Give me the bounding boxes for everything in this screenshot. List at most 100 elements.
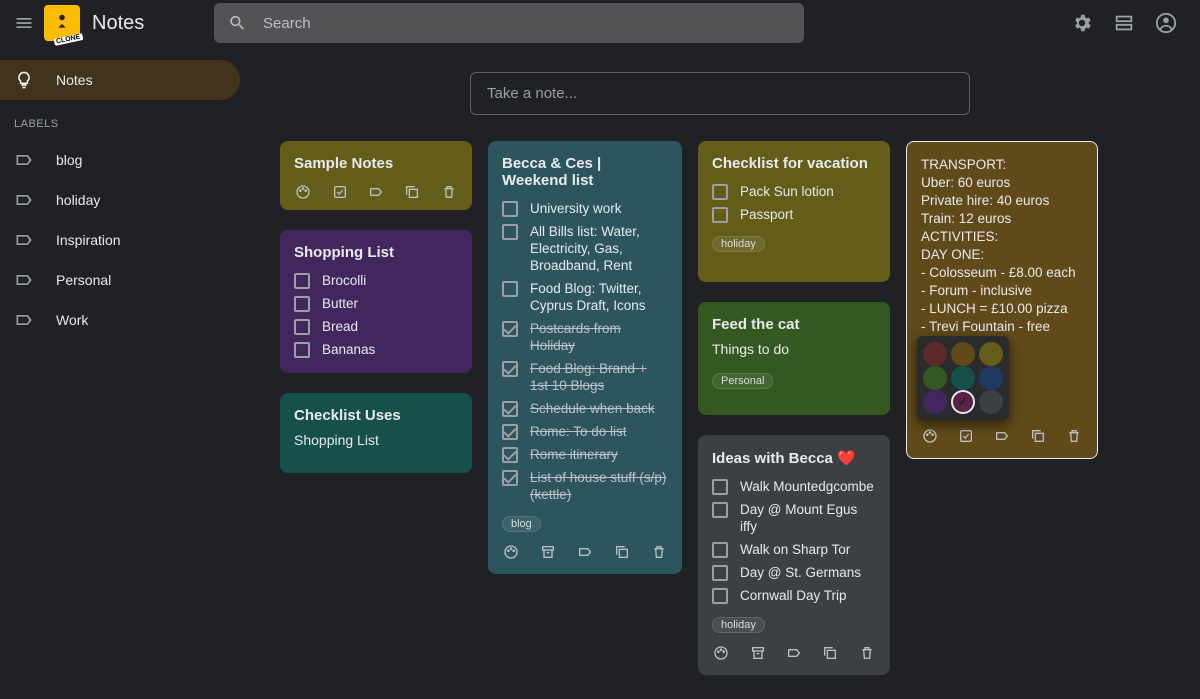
note-vacation[interactable]: Checklist for vacation Pack Sun lotionPa…	[698, 141, 890, 282]
label-icon	[577, 544, 593, 560]
checkbox[interactable]	[502, 447, 518, 463]
checkbox[interactable]	[712, 502, 728, 518]
label-button[interactable]	[367, 182, 385, 202]
archive-button[interactable]	[748, 643, 766, 663]
checkbox[interactable]	[294, 342, 310, 358]
note-shopping[interactable]: Shopping List BrocolliButterBreadBananas	[280, 230, 472, 373]
copy-button[interactable]	[612, 542, 631, 562]
checklist-item[interactable]: Butter	[294, 292, 458, 315]
checklist-item[interactable]: Bread	[294, 315, 458, 338]
search-input[interactable]	[263, 15, 790, 32]
checklist-item[interactable]: Day @ Mount Egus iffy	[712, 498, 876, 538]
checkbox[interactable]	[502, 470, 518, 486]
color-swatch[interactable]	[951, 390, 975, 414]
note-chip[interactable]: blog	[502, 516, 541, 532]
checkbox[interactable]	[502, 201, 518, 217]
account-button[interactable]	[1152, 9, 1180, 37]
sidebar-item-label[interactable]: holiday	[0, 180, 240, 220]
checklist-item[interactable]: All Bills list: Water, Electricity, Gas,…	[502, 220, 668, 277]
note-checklist-uses[interactable]: Checklist Uses Shopping List	[280, 393, 472, 473]
sidebar-item-label[interactable]: blog	[0, 140, 240, 180]
color-swatch[interactable]	[979, 342, 1003, 366]
note-chip[interactable]: holiday	[712, 617, 765, 633]
checkbox[interactable]	[712, 184, 728, 200]
note-text-line: Train: 12 euros	[921, 210, 1083, 228]
checklist-item[interactable]: Cornwall Day Trip	[712, 584, 876, 607]
checklist-item[interactable]: Pack Sun lotion	[712, 180, 876, 203]
color-swatch[interactable]	[979, 390, 1003, 414]
note-chip[interactable]: holiday	[712, 236, 765, 252]
checklist-item[interactable]: Passport	[712, 203, 876, 226]
delete-button[interactable]	[858, 643, 876, 663]
checklist-item[interactable]: Postcards from Holiday	[502, 317, 668, 357]
label-button[interactable]	[785, 643, 803, 663]
sidebar-item-notes[interactable]: Notes	[0, 60, 240, 100]
checklist-item[interactable]: Brocolli	[294, 269, 458, 292]
archive-button[interactable]	[539, 542, 558, 562]
copy-button[interactable]	[403, 182, 421, 202]
sidebar-item-label[interactable]: Inspiration	[0, 220, 240, 260]
checkbox[interactable]	[502, 361, 518, 377]
sidebar-item-label[interactable]: Personal	[0, 260, 240, 300]
checkbox[interactable]	[294, 296, 310, 312]
checkbox[interactable]	[502, 321, 518, 337]
checklist-item[interactable]: Rome: To do list	[502, 420, 668, 443]
delete-button[interactable]	[440, 182, 458, 202]
checkbox-button[interactable]	[957, 426, 975, 446]
logo-badge: CLONE	[53, 33, 82, 46]
color-swatch[interactable]	[923, 366, 947, 390]
sidebar-item-label[interactable]: Work	[0, 300, 240, 340]
color-swatch[interactable]	[951, 366, 975, 390]
checklist-item[interactable]: Food Blog: Twitter, Cyprus Draft, Icons	[502, 277, 668, 317]
label-button[interactable]	[993, 426, 1011, 446]
search-bar[interactable]	[214, 3, 804, 43]
note-ideas[interactable]: Ideas with Becca ❤️ Walk MountedgcombeDa…	[698, 435, 890, 675]
delete-button[interactable]	[649, 542, 668, 562]
checklist-item[interactable]: Bananas	[294, 338, 458, 361]
checklist-item-text: Rome: To do list	[530, 423, 627, 440]
palette-button[interactable]	[294, 182, 312, 202]
checklist-item[interactable]: Day @ St. Germans	[712, 561, 876, 584]
checkbox[interactable]	[712, 479, 728, 495]
note-feedcat[interactable]: Feed the cat Things to do Personal	[698, 302, 890, 415]
note-chip[interactable]: Personal	[712, 373, 773, 389]
menu-button[interactable]	[10, 9, 38, 37]
copy-button[interactable]	[821, 643, 839, 663]
palette-button[interactable]	[502, 542, 521, 562]
palette-button[interactable]	[921, 426, 939, 446]
copy-button[interactable]	[1029, 426, 1047, 446]
checkbox[interactable]	[712, 588, 728, 604]
checkbox-button[interactable]	[330, 182, 348, 202]
note-rome[interactable]: TRANSPORT:Uber: 60 eurosPrivate hire: 40…	[906, 141, 1098, 459]
checkbox[interactable]	[502, 224, 518, 240]
checklist-item[interactable]: Food Blog: Brand + 1st 10 Blogs	[502, 357, 668, 397]
note-text-line: Uber: 60 euros	[921, 174, 1083, 192]
delete-button[interactable]	[1065, 426, 1083, 446]
checkbox[interactable]	[712, 542, 728, 558]
checkbox[interactable]	[502, 281, 518, 297]
color-swatch[interactable]	[951, 342, 975, 366]
checklist-item[interactable]: List of house stuff (s/p) (kettle)	[502, 466, 668, 506]
color-swatch[interactable]	[979, 366, 1003, 390]
checklist-item[interactable]: Walk Mountedgcombe	[712, 475, 876, 498]
checklist-item[interactable]: Rome itinerary	[502, 443, 668, 466]
checklist-item[interactable]: Schedule when back	[502, 397, 668, 420]
checkbox[interactable]	[294, 273, 310, 289]
note-sample[interactable]: Sample Notes	[280, 141, 472, 210]
checkbox[interactable]	[294, 319, 310, 335]
take-note-input[interactable]: Take a note...	[470, 72, 970, 115]
note-toolbar	[502, 542, 668, 562]
checklist-item[interactable]: University work	[502, 197, 668, 220]
checkbox[interactable]	[712, 565, 728, 581]
view-toggle-button[interactable]	[1110, 9, 1138, 37]
color-swatch[interactable]	[923, 342, 947, 366]
checkbox[interactable]	[502, 401, 518, 417]
checkbox[interactable]	[712, 207, 728, 223]
checklist-item[interactable]: Walk on Sharp Tor	[712, 538, 876, 561]
color-swatch[interactable]	[923, 390, 947, 414]
palette-button[interactable]	[712, 643, 730, 663]
checkbox[interactable]	[502, 424, 518, 440]
label-button[interactable]	[576, 542, 595, 562]
settings-button[interactable]	[1068, 9, 1096, 37]
note-weekend[interactable]: Becca & Ces | Weekend list University wo…	[488, 141, 682, 574]
